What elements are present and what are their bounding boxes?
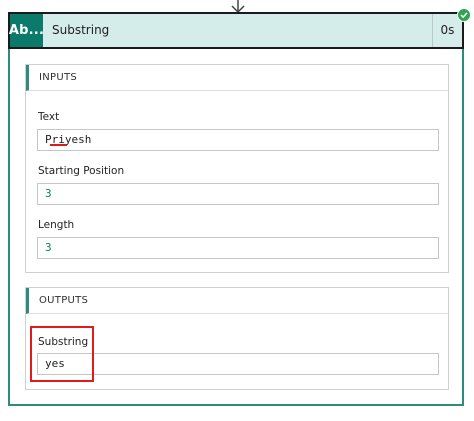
- inputs-section: INPUTS Text Priyesh Starting Position 3 …: [25, 64, 449, 273]
- text-label: Text: [38, 111, 60, 123]
- starting-position-label: Starting Position: [38, 165, 125, 177]
- action-header[interactable]: Ab... Substring 0s: [8, 12, 464, 49]
- starting-position-value[interactable]: 3: [37, 183, 439, 205]
- action-title: Substring: [52, 23, 110, 37]
- outputs-heading: OUTPUTS: [26, 288, 448, 314]
- text-value[interactable]: Priyesh: [37, 129, 439, 151]
- success-check-icon: [457, 8, 471, 22]
- substring-value[interactable]: yes: [37, 353, 439, 375]
- inputs-heading: INPUTS: [26, 65, 448, 91]
- length-value[interactable]: 3: [37, 237, 439, 259]
- text-functions-icon: Ab...: [9, 14, 44, 47]
- length-label: Length: [38, 219, 75, 231]
- annotation-highlight-box: [30, 326, 94, 382]
- annotation-underline: [50, 144, 67, 146]
